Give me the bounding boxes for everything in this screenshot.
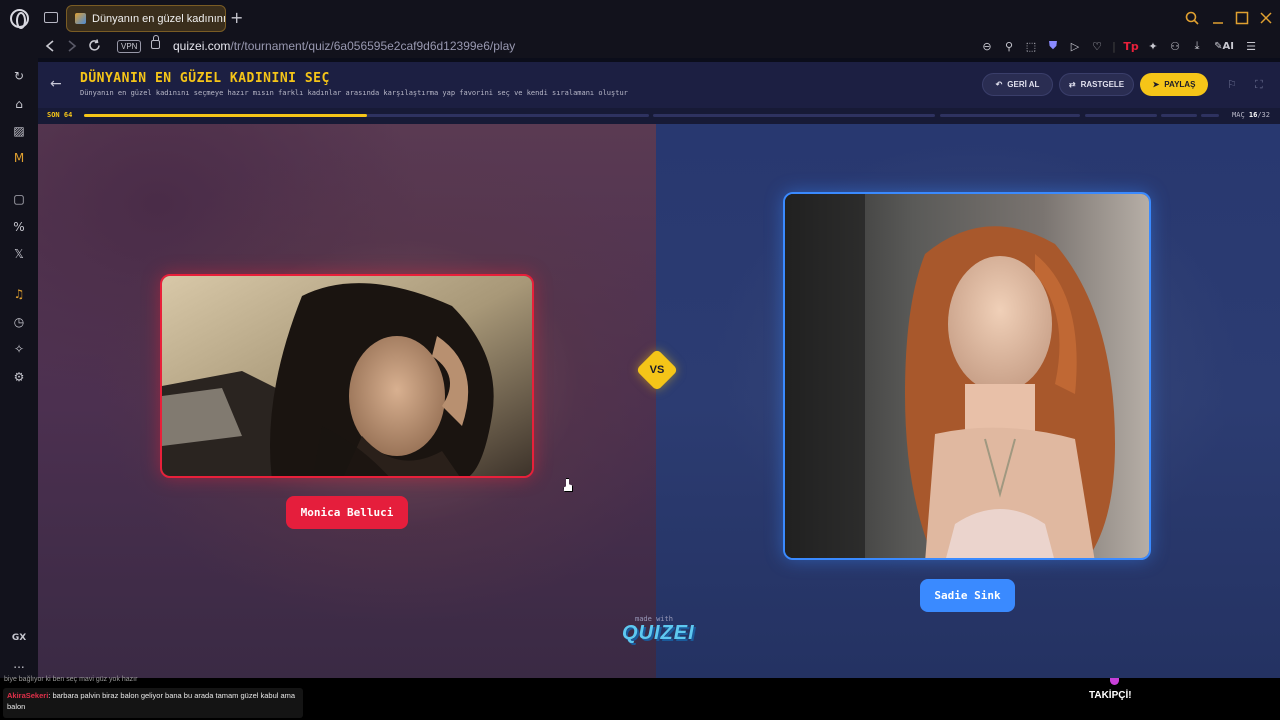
right-contestant-name[interactable]: Sadie Sink [920, 579, 1015, 612]
vs-label: VS [649, 364, 665, 376]
right-contestant-photo[interactable] [783, 192, 1151, 560]
browser-tab[interactable]: Dünyanın en güzel kadınını [66, 5, 226, 32]
progress-segment [1201, 114, 1219, 117]
minimize-icon[interactable] [1211, 11, 1225, 25]
match-prefix: MAÇ [1232, 111, 1245, 119]
follower-alert: TAKİPÇİ! [1089, 690, 1132, 701]
undo-label: GERİ AL [1007, 80, 1040, 89]
left-contestant-name[interactable]: Monica Belluci [286, 496, 408, 529]
pin-icon[interactable]: ⚲ [1002, 39, 1016, 53]
address-bar: VPN quizei.com/tr/tournament/quiz/6a0565… [0, 35, 1280, 58]
tab-islands-icon[interactable] [44, 12, 58, 23]
url-field[interactable]: quizei.com/tr/tournament/quiz/6a056595e2… [173, 39, 515, 53]
left-contestant-photo[interactable] [160, 274, 534, 478]
menu-icon[interactable]: ☰ [1244, 39, 1258, 53]
close-icon[interactable] [1259, 11, 1273, 25]
progress-segment [1085, 114, 1157, 117]
send-icon: ➤ [1152, 80, 1160, 89]
chat-previous-message: biye bağlıyor ki ben seç mavi güz yok ha… [4, 676, 138, 683]
undo-icon: ↶ [995, 80, 1003, 89]
snapshot-icon[interactable]: ⬚ [1024, 39, 1038, 53]
match-total: /32 [1257, 111, 1270, 119]
music-icon[interactable]: ♫ [11, 286, 27, 302]
quiz-title: DÜNYANIN EN GÜZEL KADININI SEÇ [80, 71, 330, 86]
undo-button[interactable]: ↶ GERİ AL [982, 73, 1053, 96]
chat-username: AkiraSekeri [7, 691, 49, 700]
back-arrow-icon[interactable]: ← [50, 76, 62, 92]
play-icon[interactable]: ▷ [1068, 39, 1082, 53]
shield-icon[interactable]: ⛊ [1046, 39, 1060, 53]
extension-toolbar: ⊖ ⚲ ⬚ ⛊ ▷ ♡ | Tp ✦ ⚇ ⤓ ✎ AI ☰ [980, 39, 1258, 53]
quiz-subtitle: Dünyanın en güzel kadınını seçmeye hazır… [80, 89, 628, 97]
quizei-logo[interactable]: QUIZEI [622, 622, 695, 645]
right-photo-image [785, 194, 1149, 558]
opera-logo-icon[interactable] [10, 9, 29, 29]
profile-icon[interactable]: ⚇ [1168, 39, 1182, 53]
random-label: RASTGELE [1080, 80, 1125, 89]
zoom-out-icon[interactable]: ⊖ [980, 39, 994, 53]
new-tab-button[interactable]: + [230, 8, 243, 27]
random-button[interactable]: ⇄ RASTGELE [1059, 73, 1134, 96]
chat-message: AkiraSekeri: barbara palvin biraz balon … [3, 688, 303, 718]
follower-alert-icon [1110, 678, 1119, 685]
browser-tab-bar: Dünyanın en güzel kadınını + [0, 0, 1280, 36]
heart-icon[interactable]: ♡ [1090, 39, 1104, 53]
speed-dial-icon[interactable]: ↻ [11, 68, 27, 84]
url-host: quizei.com [173, 39, 231, 53]
extensions-icon[interactable]: ✧ [11, 341, 27, 357]
progress-segment [653, 114, 935, 117]
share-button[interactable]: ➤ PAYLAŞ [1140, 73, 1208, 96]
progress-segment-current [84, 114, 649, 117]
progress-row: SON 64 MAÇ 16/32 [38, 108, 1280, 124]
progress-segment [1161, 114, 1197, 117]
share-label: PAYLAŞ [1164, 80, 1196, 89]
progress-fill [84, 114, 367, 117]
download-icon[interactable]: ⤓ [1190, 39, 1204, 53]
tp-extension-icon[interactable]: Tp [1123, 39, 1138, 53]
divider: | [1112, 39, 1116, 53]
news-icon[interactable]: ▨ [11, 123, 27, 139]
tab-title: Dünyanın en güzel kadınını [92, 12, 225, 25]
settings-icon[interactable]: ⚙ [11, 369, 27, 385]
search-icon[interactable] [1185, 11, 1199, 25]
mail-icon[interactable]: M [11, 150, 27, 166]
versus-arena: Monica Belluci VS Sadie Sink made with Q… [38, 124, 1280, 680]
x-twitter-icon[interactable]: 𝕏 [11, 246, 27, 262]
back-icon[interactable] [45, 40, 55, 52]
progress-segment [940, 114, 1080, 117]
lock-icon[interactable] [151, 35, 160, 49]
quiz-header: ← DÜNYANIN EN GÜZEL KADININI SEÇ Dünyanı… [38, 62, 1280, 108]
browser-sidebar: ↻ ⌂ ▨ M ▢ % 𝕏 ♫ ◷ ✧ ⚙ GX ... [0, 58, 38, 680]
round-label: SON 64 [47, 111, 73, 119]
gx-label[interactable]: GX [11, 630, 27, 646]
vpn-badge[interactable]: VPN [117, 40, 142, 53]
quiz-app: ← DÜNYANIN EN GÜZEL KADININI SEÇ Dünyanı… [38, 62, 1280, 680]
fullscreen-icon[interactable]: ⛶ [1255, 78, 1263, 92]
match-counter: MAÇ 16/32 [1232, 111, 1270, 119]
url-path: /tr/tournament/quiz/6a056595e2caf9d6d123… [230, 39, 516, 53]
maximize-icon[interactable] [1235, 11, 1249, 25]
game-icon[interactable]: ⌂ [11, 96, 27, 112]
shuffle-icon: ⇄ [1068, 80, 1076, 89]
stream-overlay: biye bağlıyor ki ben seç mavi güz yok ha… [0, 676, 1280, 720]
reload-icon[interactable] [88, 39, 101, 52]
puzzle-icon[interactable]: ✦ [1146, 39, 1160, 53]
forward-icon[interactable] [67, 40, 77, 52]
ai-icon[interactable]: ✎ AI [1212, 39, 1236, 53]
favicon-icon [75, 13, 86, 24]
flag-icon[interactable]: ⚐ [1227, 78, 1237, 91]
twitch-icon[interactable]: ▢ [11, 191, 27, 207]
discount-icon[interactable]: % [11, 219, 27, 235]
history-icon[interactable]: ◷ [11, 314, 27, 330]
more-icon[interactable]: ... [11, 656, 27, 672]
left-photo-image [162, 276, 532, 476]
ai-label: AI [1222, 40, 1234, 52]
